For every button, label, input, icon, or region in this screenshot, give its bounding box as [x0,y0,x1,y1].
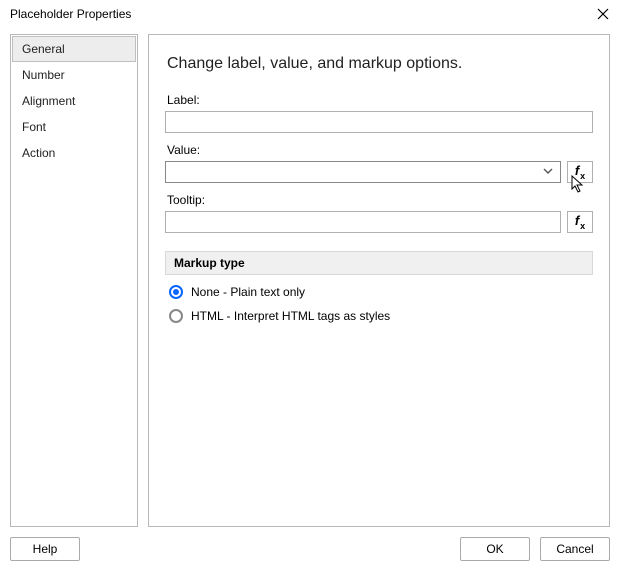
radio-icon [169,309,183,323]
sidebar-item-label: Number [22,68,65,82]
close-button[interactable] [594,5,612,23]
tooltip-expression-button[interactable]: fx [567,211,593,233]
sidebar-item-number[interactable]: Number [12,62,136,88]
radio-label: HTML - Interpret HTML tags as styles [191,309,390,323]
radio-icon [169,285,183,299]
chevron-down-icon [542,165,554,180]
sidebar-item-alignment[interactable]: Alignment [12,88,136,114]
page-heading: Change label, value, and markup options. [167,55,593,73]
label-input[interactable] [165,111,593,133]
markup-radio-html[interactable]: HTML - Interpret HTML tags as styles [169,309,593,323]
ok-button[interactable]: OK [460,537,530,561]
cancel-button[interactable]: Cancel [540,537,610,561]
radio-label: None - Plain text only [191,285,305,299]
tooltip-input[interactable] [165,211,561,233]
close-icon [597,8,609,20]
sidebar-item-label: Font [22,120,46,134]
sidebar-item-label: Alignment [22,94,75,108]
label-field-label: Label: [167,93,593,107]
sidebar-item-font[interactable]: Font [12,114,136,140]
tooltip-field-label: Tooltip: [167,193,593,207]
help-button[interactable]: Help [10,537,80,561]
button-label: OK [486,542,503,556]
main-panel: Change label, value, and markup options.… [148,34,610,527]
sidebar-item-label: Action [22,146,55,160]
markup-section-header: Markup type [165,251,593,275]
markup-radio-none[interactable]: None - Plain text only [169,285,593,299]
label-field-row: Label: [165,93,593,133]
tooltip-field-row: Tooltip: fx [165,193,593,233]
value-field-label: Value: [167,143,593,157]
cursor-icon [571,175,587,195]
value-combobox[interactable] [165,161,561,183]
button-label: Cancel [556,542,593,556]
sidebar-item-action[interactable]: Action [12,140,136,166]
sidebar: General Number Alignment Font Action [10,34,138,527]
value-field-row: Value: fx [165,143,593,183]
button-label: Help [33,542,58,556]
dialog-body: General Number Alignment Font Action Cha… [0,28,620,531]
sidebar-item-label: General [22,42,65,56]
fx-icon: fx [575,213,585,231]
dialog-window: Placeholder Properties General Number Al… [0,0,620,571]
titlebar: Placeholder Properties [0,0,620,28]
window-title: Placeholder Properties [10,7,594,21]
sidebar-item-general[interactable]: General [12,36,136,62]
dialog-footer: Help OK Cancel [0,531,620,571]
